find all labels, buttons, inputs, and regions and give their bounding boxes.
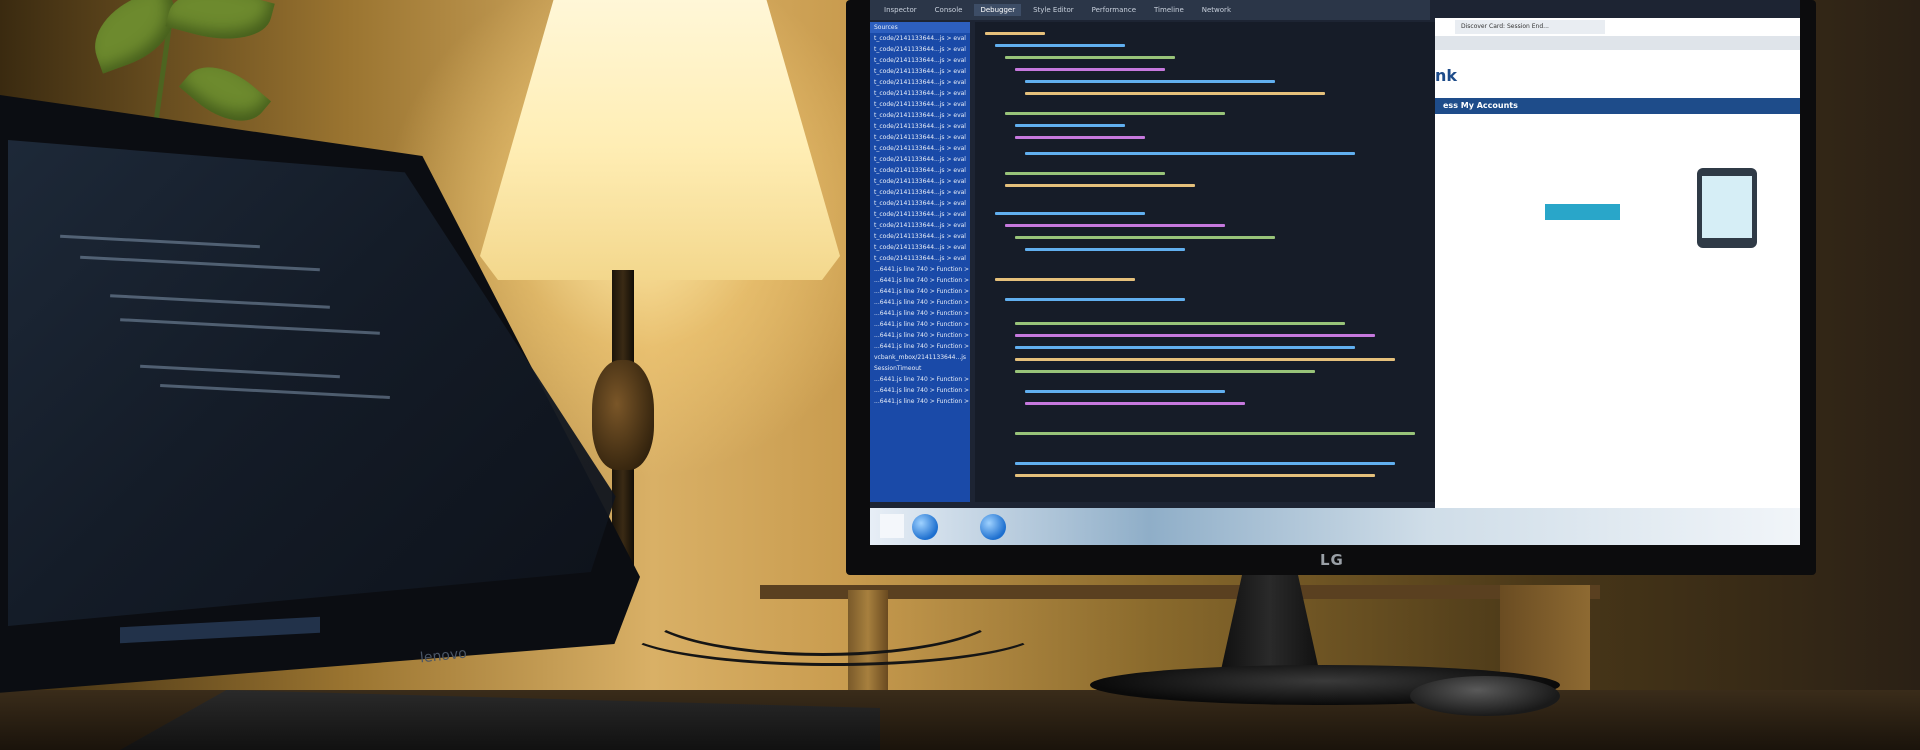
source-file[interactable]: ...6441.js line 740 > Function > eval bbox=[870, 264, 970, 275]
monitor-screen: Inspector Console Debugger Style Editor … bbox=[870, 0, 1800, 545]
source-file[interactable]: t_code/2141133644...js > eval bbox=[870, 44, 970, 55]
devtools-tab-style-editor[interactable]: Style Editor bbox=[1027, 4, 1080, 16]
code-line bbox=[985, 32, 1045, 35]
devtools-tab-performance[interactable]: Performance bbox=[1086, 4, 1142, 16]
windows-start-icon[interactable] bbox=[880, 514, 904, 538]
source-file[interactable]: t_code/2141133644...js > eval bbox=[870, 66, 970, 77]
source-file[interactable]: t_code/2141133644...js > eval bbox=[870, 253, 970, 264]
source-file[interactable]: t_code/2141133644...js > eval bbox=[870, 143, 970, 154]
source-file[interactable]: ...6441.js line 740 > Function > eval bbox=[870, 385, 970, 396]
page-banner: ess My Accounts bbox=[1435, 98, 1800, 114]
code-line bbox=[1015, 474, 1375, 477]
photo-scene: lenovo Inspector Console Debugger Style … bbox=[0, 0, 1920, 750]
phone-screen bbox=[1702, 176, 1752, 238]
browser-window: Discover Card: Session End... nk ess My … bbox=[1435, 18, 1800, 538]
sources-subtab[interactable]: Sources bbox=[870, 22, 970, 33]
laptop-brand-label: lenovo bbox=[419, 645, 468, 667]
devtools-tab-timeline[interactable]: Timeline bbox=[1148, 4, 1190, 16]
source-file[interactable]: t_code/2141133644...js > eval bbox=[870, 77, 970, 88]
computer-mouse bbox=[1410, 676, 1560, 716]
devtools-toolbar: Inspector Console Debugger Style Editor … bbox=[870, 0, 1430, 20]
devtools-sources-list: Sources t_code/2141133644...js > eval t_… bbox=[870, 22, 970, 502]
code-line bbox=[1015, 334, 1375, 337]
source-file[interactable]: t_code/2141133644...js > eval bbox=[870, 176, 970, 187]
code-line bbox=[1025, 248, 1185, 251]
source-file[interactable]: ...6441.js line 740 > Function > eval bbox=[870, 286, 970, 297]
code-line bbox=[1015, 370, 1315, 373]
code-line bbox=[1005, 184, 1195, 187]
source-file[interactable]: t_code/2141133644...js > eval bbox=[870, 165, 970, 176]
page-cta-button[interactable] bbox=[1545, 204, 1620, 220]
source-file[interactable]: t_code/2141133644...js > eval bbox=[870, 242, 970, 253]
devtools-tab-network[interactable]: Network bbox=[1196, 4, 1237, 16]
code-line bbox=[1025, 92, 1325, 95]
code-line bbox=[1025, 390, 1225, 393]
source-file[interactable]: SessionTimeout bbox=[870, 363, 970, 374]
code-line bbox=[1015, 236, 1275, 239]
devtools-tab-debugger[interactable]: Debugger bbox=[974, 4, 1022, 16]
page-logo: nk bbox=[1435, 66, 1458, 85]
code-line bbox=[995, 44, 1125, 47]
source-file[interactable]: t_code/2141133644...js > eval bbox=[870, 187, 970, 198]
source-file[interactable]: ...6441.js line 740 > Function > eval bbox=[870, 319, 970, 330]
code-line bbox=[995, 212, 1145, 215]
code-line bbox=[1005, 56, 1175, 59]
source-file[interactable]: ...6441.js line 740 > Function > eval bbox=[870, 396, 970, 407]
browser-address-bar[interactable] bbox=[1435, 36, 1800, 50]
source-file[interactable]: t_code/2141133644...js > eval bbox=[870, 55, 970, 66]
devtools-tab-console[interactable]: Console bbox=[929, 4, 969, 16]
cable bbox=[620, 590, 1046, 666]
code-line bbox=[1005, 112, 1225, 115]
devtools-tab-inspector[interactable]: Inspector bbox=[878, 4, 923, 16]
taskbar-app-icon[interactable] bbox=[912, 514, 938, 540]
source-file[interactable]: t_code/2141133644...js > eval bbox=[870, 110, 970, 121]
code-line bbox=[1015, 358, 1395, 361]
source-file[interactable]: t_code/2141133644...js > eval bbox=[870, 220, 970, 231]
code-line bbox=[1005, 298, 1185, 301]
source-file[interactable]: vcbank_mbox/2141133644...js bbox=[870, 352, 970, 363]
taskbar-app-icon[interactable] bbox=[980, 514, 1006, 540]
source-file[interactable]: t_code/2141133644...js > eval bbox=[870, 154, 970, 165]
plant-leaf bbox=[165, 0, 275, 53]
source-file[interactable]: t_code/2141133644...js > eval bbox=[870, 198, 970, 209]
source-file[interactable]: t_code/2141133644...js > eval bbox=[870, 209, 970, 220]
code-line bbox=[1005, 172, 1165, 175]
code-line bbox=[1005, 224, 1225, 227]
source-file[interactable]: t_code/2141133644...js > eval bbox=[870, 231, 970, 242]
source-file[interactable]: ...6441.js line 740 > Function > eval bbox=[870, 374, 970, 385]
phone-illustration bbox=[1697, 168, 1757, 248]
code-line bbox=[1015, 68, 1165, 71]
source-file[interactable]: ...6441.js line 740 > Function > eval bbox=[870, 275, 970, 286]
code-line bbox=[1015, 346, 1355, 349]
windows-taskbar bbox=[870, 508, 1800, 545]
code-line bbox=[1025, 402, 1245, 405]
code-line bbox=[1015, 322, 1345, 325]
source-file[interactable]: ...6441.js line 740 > Function > eval bbox=[870, 341, 970, 352]
source-file[interactable]: ...6441.js line 740 > Function > eval bbox=[870, 297, 970, 308]
source-file[interactable]: t_code/2141133644...js > eval bbox=[870, 99, 970, 110]
monitor-brand-label: LG bbox=[1320, 551, 1344, 569]
source-file[interactable]: ...6441.js line 740 > Function > eval bbox=[870, 330, 970, 341]
code-line bbox=[1015, 462, 1395, 465]
code-line bbox=[1015, 136, 1145, 139]
code-line bbox=[1025, 80, 1275, 83]
source-file[interactable]: ...6441.js line 740 > Function > eval bbox=[870, 308, 970, 319]
code-line bbox=[1015, 432, 1415, 435]
lamp-base-knob bbox=[592, 360, 654, 470]
code-line bbox=[1025, 152, 1355, 155]
source-file[interactable]: t_code/2141133644...js > eval bbox=[870, 132, 970, 143]
browser-tab[interactable]: Discover Card: Session End... bbox=[1455, 20, 1605, 34]
source-file[interactable]: t_code/2141133644...js > eval bbox=[870, 88, 970, 99]
devtools-code-editor[interactable] bbox=[975, 22, 1435, 502]
source-file[interactable]: t_code/2141133644...js > eval bbox=[870, 121, 970, 132]
code-line bbox=[1015, 124, 1125, 127]
source-file[interactable]: t_code/2141133644...js > eval bbox=[870, 33, 970, 44]
code-line bbox=[995, 278, 1135, 281]
